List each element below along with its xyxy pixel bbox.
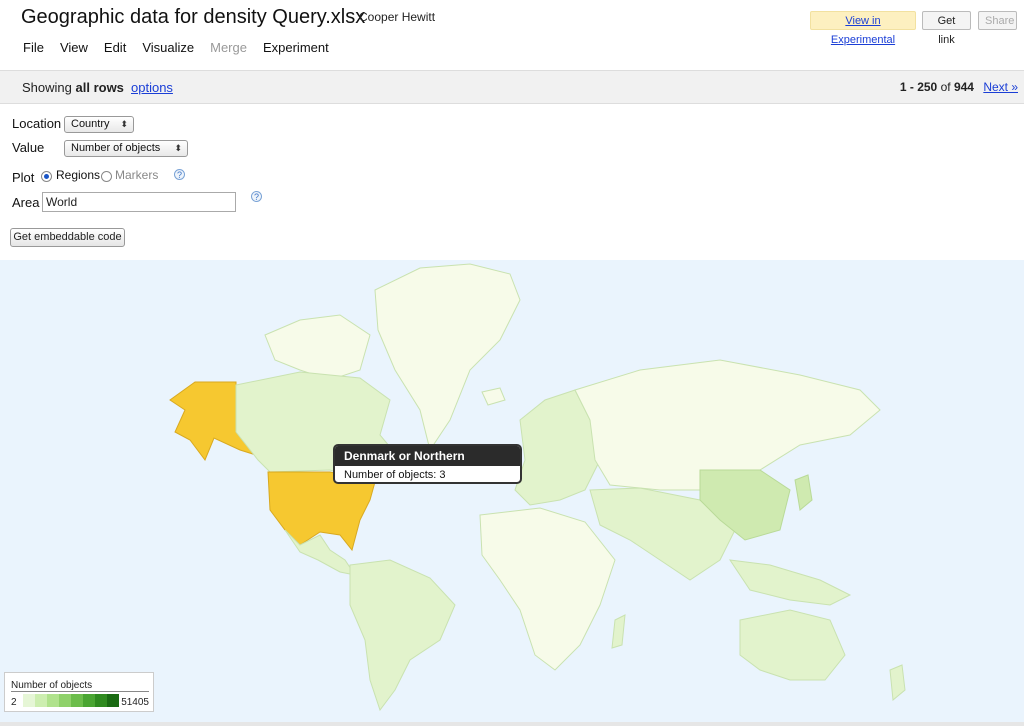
plot-markers-label[interactable]: Markers [115,168,158,182]
legend-color-scale [23,694,119,707]
menu-bar: File View Edit Visualize Merge Experimen… [15,40,337,55]
owner-name[interactable]: Cooper Hewitt [359,10,435,24]
legend-min: 2 [11,697,17,708]
showing-prefix: Showing [22,80,72,95]
plot-markers-radio[interactable] [101,171,112,182]
menu-view[interactable]: View [52,40,96,55]
pagination: 1 - 250 of 944 Next » [900,80,1018,94]
plot-regions-label[interactable]: Regions [56,168,100,182]
showing-text: Showing all rows [22,80,124,95]
tooltip-title: Denmark or Northern Germany [335,446,520,482]
menu-visualize[interactable]: Visualize [134,40,202,55]
menu-file[interactable]: File [15,40,52,55]
value-label: Value [12,140,45,155]
region-new-zealand [889,664,906,701]
get-embeddable-code-button[interactable]: Get embeddable code [10,228,125,247]
region-japan [794,474,813,511]
legend-swatch [59,694,71,707]
row-total: 944 [953,80,974,94]
location-label: Location [12,116,62,131]
legend-swatch [71,694,83,707]
get-link-button[interactable]: Get link [922,11,971,46]
options-link[interactable]: options [131,80,173,95]
document-header: Geographic data for density Query.xlsx C… [0,0,1024,70]
region-africa [479,507,616,671]
area-help-icon[interactable]: ? [251,191,262,202]
map-legend: Number of objects 2 51405 [4,672,154,712]
plot-regions-radio[interactable] [41,171,52,182]
menu-experiment[interactable]: Experiment [255,40,337,55]
select-arrows-icon: ⬍ [120,119,128,129]
value-select[interactable]: Number of objects ⬍ [64,140,188,157]
row-range: 1 - 250 [899,80,938,94]
share-button[interactable]: Share [978,11,1017,30]
region-iceland [481,387,506,406]
showing-all-rows: all rows [75,80,124,95]
legend-swatch [107,694,119,707]
plot-help-icon[interactable]: ? [174,169,185,180]
legend-swatch [23,694,35,707]
plot-label: Plot [12,170,35,185]
region-southeast-asia [728,559,852,606]
legend-title: Number of objects [11,680,149,692]
region-greenland [374,263,521,452]
area-label: Area [12,195,40,210]
legend-swatch [35,694,47,707]
legend-swatch [95,694,107,707]
view-in-experimental-button[interactable]: View in Experimental [810,11,916,46]
map-controls: Location Country ⬍ Value Number of objec… [0,104,1024,260]
map-tooltip: Denmark or Northern Germany Number of ob… [333,444,522,484]
bottom-border [0,722,1024,726]
of-text: of [940,80,951,94]
value-select-value: Number of objects [71,142,161,154]
legend-swatch [83,694,95,707]
tooltip-body: Number of objects: 3 [344,469,446,481]
region-madagascar [611,614,626,649]
region-australia [739,609,846,681]
next-page-link[interactable]: Next » [983,80,1018,94]
rows-bar: Showing all rows options 1 - 250 of 944 … [0,70,1024,104]
region-arctic-islands [264,314,371,381]
select-arrows-icon: ⬍ [174,143,182,153]
location-select[interactable]: Country ⬍ [64,116,134,133]
document-title: Geographic data for density Query.xlsx [21,6,366,28]
geo-map[interactable] [0,260,1024,722]
location-select-value: Country [71,118,110,130]
menu-merge[interactable]: Merge [202,40,255,55]
legend-swatch [47,694,59,707]
region-south-america [349,559,456,712]
area-input[interactable]: World [42,192,236,212]
menu-edit[interactable]: Edit [96,40,134,55]
world-map-svg [169,263,906,712]
legend-max: 51405 [121,697,149,708]
